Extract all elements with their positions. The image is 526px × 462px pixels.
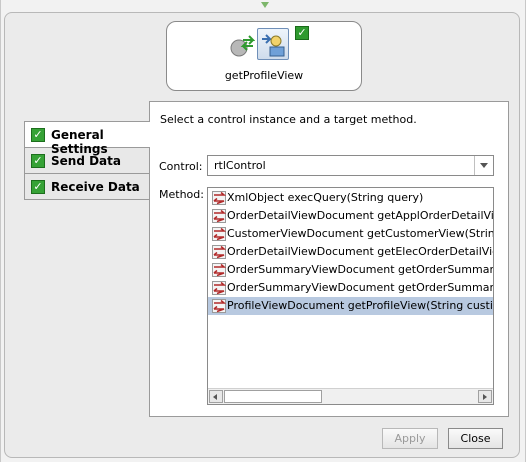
settings-tabs: ✓ General Settings ✓ Send Data ✓ Receive… [24,121,150,200]
control-flow-icon [230,35,255,57]
check-icon: ✓ [31,154,45,168]
method-list-item[interactable]: OrderSummaryViewDocument getOrderSummary… [208,261,494,279]
method-list-item-selected[interactable]: ProfileViewDocument getProfileView(Strin… [208,297,493,315]
tab-general-settings[interactable]: ✓ General Settings [24,121,150,156]
method-icon [212,209,226,223]
method-list-item[interactable]: CustomerViewDocument getCustomerView(Str… [208,225,494,243]
canvas-border-left [0,0,1,462]
close-button[interactable]: Close [448,428,503,449]
horizontal-scrollbar[interactable] [208,388,493,404]
method-label: Method: [159,188,204,201]
method-list-item[interactable]: OrderDetailViewDocument getElecOrderDeta… [208,243,493,261]
method-icon [212,263,226,277]
method-list-item-label: OrderDetailViewDocument getApplOrderDeta… [227,209,494,222]
flow-connector-arrow-icon [261,2,269,8]
control-select[interactable]: rtlControl [207,155,494,176]
control-node[interactable]: ✓ getProfileView [166,21,362,91]
method-list-item-label: CustomerViewDocument getCustomerView(Str… [227,227,494,240]
method-list[interactable]: XmlObject execQuery(String query) OrderD… [207,187,494,405]
method-icon [212,245,226,259]
method-list-item-label: OrderSummaryViewDocument getOrderSummary… [227,263,494,276]
method-list-item[interactable]: OrderSummaryViewDocument getOrderSummary… [208,279,494,297]
control-icon [257,28,289,60]
instruction-text: Select a control instance and a target m… [160,113,417,126]
method-list-item[interactable]: XmlObject execQuery(String query) [208,189,493,207]
dropdown-arrow-icon[interactable] [474,156,493,175]
method-list-item-label: ProfileViewDocument getProfileView(Strin… [227,299,494,312]
scroll-left-icon[interactable] [209,390,223,403]
node-label: getProfileView [224,69,304,82]
method-icon [212,191,226,205]
scrollbar-thumb[interactable] [224,390,322,403]
method-list-item-label: XmlObject execQuery(String query) [227,191,424,204]
check-icon: ✓ [31,128,45,142]
method-list-item[interactable]: OrderDetailViewDocument getApplOrderDeta… [208,207,494,225]
control-select-value: rtlControl [214,159,266,172]
method-list-item-label: OrderSummaryViewDocument getOrderSummary… [227,281,494,294]
scroll-right-icon[interactable] [478,390,492,403]
tab-receive-data[interactable]: ✓ Receive Data [24,173,149,200]
method-list-item-label: OrderDetailViewDocument getElecOrderDeta… [227,245,493,258]
check-icon: ✓ [31,180,45,194]
tab-label: Receive Data [51,180,140,194]
control-label: Control: [159,160,203,173]
apply-button[interactable]: Apply [382,428,438,449]
tab-label: General Settings [51,128,108,156]
node-status-check-icon: ✓ [295,26,309,40]
method-icon [212,299,226,313]
tab-label: Send Data [51,154,121,168]
method-icon [212,281,226,295]
method-icon [212,227,226,241]
